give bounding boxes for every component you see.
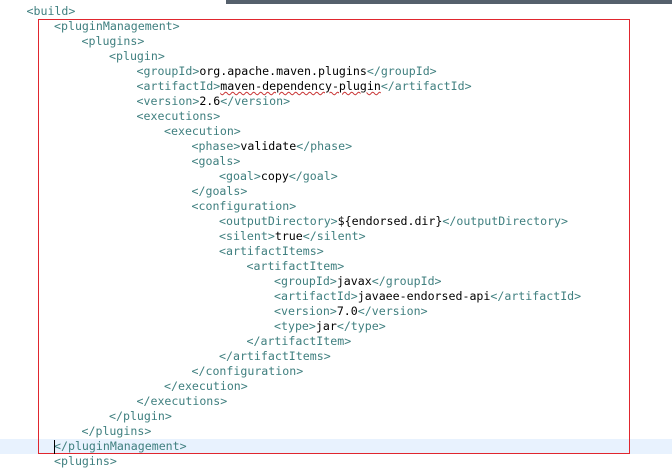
xml-code-editor[interactable]: <build> <pluginManagement> <plugins> <plugi…	[0, 0, 672, 471]
xml-tag: <build>	[26, 4, 76, 18]
xml-tag: <plugins>	[54, 454, 117, 468]
text-caret	[54, 440, 55, 454]
plugin-management-highlight-box	[38, 19, 630, 454]
code-line[interactable]: <build>	[0, 4, 672, 19]
code-line[interactable]: <plugins>	[0, 454, 672, 469]
